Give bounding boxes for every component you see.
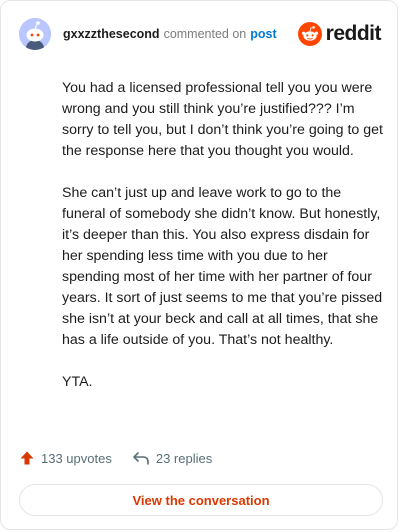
comment-stats: 133 upvotes 23 replies — [19, 450, 212, 466]
comment-paragraph: YTA. — [62, 374, 93, 390]
comment-header: gxxzzthesecond commented on post reddit — [19, 17, 382, 51]
username[interactable]: gxxzzthesecond — [63, 27, 160, 41]
brand-name: reddit — [325, 22, 382, 45]
comment-card: gxxzzthesecond commented on post reddit … — [0, 0, 398, 530]
view-conversation-button[interactable]: View the conversation — [19, 484, 383, 516]
comment-paragraph: You had a licensed professional tell you… — [62, 80, 383, 159]
reddit-brand[interactable]: reddit — [297, 22, 382, 46]
comment-paragraph: She can’t just up and leave work to go t… — [62, 185, 383, 348]
replies-count: 23 replies — [155, 450, 213, 466]
avatar[interactable] — [19, 18, 51, 50]
upvote-arrow-icon — [20, 451, 34, 465]
reply-arrow-icon — [133, 452, 149, 465]
upvotes-stat[interactable]: 133 upvotes — [19, 450, 112, 466]
post-link[interactable]: post — [250, 27, 276, 41]
action-text: commented on — [163, 27, 247, 41]
byline: gxxzzthesecond commented on post — [63, 27, 277, 41]
snoo-avatar-icon — [19, 18, 51, 50]
reddit-logo-icon — [297, 22, 322, 46]
upvotes-count: 133 upvotes — [41, 450, 112, 466]
replies-stat[interactable]: 23 replies — [132, 450, 212, 466]
comment-body: You had a licensed professional tell you… — [62, 78, 384, 414]
